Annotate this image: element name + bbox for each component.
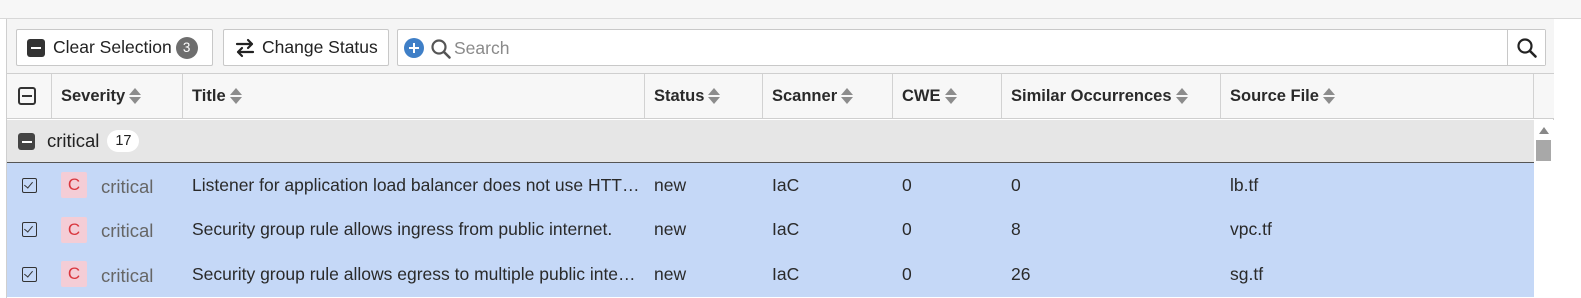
- sort-icon: [1175, 87, 1188, 105]
- clear-selection-label: Clear Selection: [53, 37, 172, 57]
- scanner-cell: IaC: [772, 174, 800, 195]
- sort-icon: [229, 87, 242, 105]
- similar-occurrences-cell: 0: [1011, 174, 1021, 195]
- minus-checkbox-icon: [18, 87, 36, 105]
- similar-occurrences-cell: 8: [1011, 219, 1021, 240]
- scanner-cell: IaC: [772, 219, 800, 240]
- severity-text: critical: [101, 264, 154, 286]
- table-row[interactable]: C critical Security group rule allows in…: [7, 207, 1534, 253]
- search-button[interactable]: [1507, 30, 1545, 65]
- swap-arrows-icon: [235, 38, 255, 57]
- column-header-similar-occurrences[interactable]: Similar Occurrences: [1002, 74, 1221, 118]
- plus-circle-icon[interactable]: [404, 38, 424, 58]
- search-icon: [1516, 37, 1537, 58]
- column-header-scanner[interactable]: Scanner: [763, 74, 893, 118]
- toolbar: Clear Selection 3 Change Status: [7, 19, 1554, 74]
- checked-checkbox-icon: [22, 222, 37, 238]
- column-header-title[interactable]: Title: [183, 74, 645, 118]
- checked-checkbox-icon: [22, 266, 37, 282]
- sort-icon: [841, 87, 854, 105]
- scroll-up-icon[interactable]: [1539, 127, 1549, 134]
- finding-title: Security group rule allows ingress from …: [192, 219, 613, 240]
- group-label: critical: [47, 130, 100, 151]
- selected-count-badge: 3: [175, 36, 198, 59]
- severity-cell: C critical: [52, 252, 183, 297]
- scanner-cell: IaC: [772, 263, 800, 284]
- group-count-badge: 17: [107, 130, 140, 152]
- title-cell[interactable]: Security group rule allows egress to mul…: [183, 252, 645, 297]
- table-row[interactable]: C critical Security group rule allows eg…: [7, 252, 1534, 297]
- search-input[interactable]: [454, 35, 1484, 61]
- title-cell[interactable]: Listener for application load balancer d…: [183, 163, 645, 208]
- column-header-severity[interactable]: Severity: [52, 74, 183, 118]
- severity-badge: C: [61, 261, 87, 288]
- severity-cell: C critical: [52, 208, 183, 253]
- title-cell[interactable]: Security group rule allows ingress from …: [183, 208, 645, 253]
- finding-title: Listener for application load balancer d…: [192, 174, 640, 195]
- change-status-button[interactable]: Change Status: [223, 29, 389, 66]
- table-header: Severity Title Status Scanner CWE Simila…: [7, 74, 1534, 119]
- sort-icon: [129, 87, 142, 105]
- status-cell: new: [654, 219, 687, 240]
- column-header-label: Source File: [1230, 86, 1319, 105]
- row-checkbox[interactable]: [7, 252, 52, 297]
- minus-square-icon: [27, 38, 45, 57]
- source-file-cell: lb.tf: [1230, 174, 1259, 195]
- search-icon: [431, 39, 451, 59]
- row-checkbox[interactable]: [7, 208, 52, 253]
- row-checkbox[interactable]: [7, 163, 52, 208]
- column-header-label: Severity: [61, 86, 126, 105]
- cwe-cell: 0: [902, 263, 912, 284]
- column-header-label: Title: [192, 86, 226, 105]
- findings-panel: Clear Selection 3 Change Status Search S…: [6, 19, 1554, 298]
- scrollbar-thumb[interactable]: [1536, 140, 1551, 161]
- column-header-status[interactable]: Status: [645, 74, 763, 118]
- severity-text: critical: [101, 220, 154, 242]
- cwe-cell: 0: [902, 174, 912, 195]
- sort-icon: [708, 87, 721, 105]
- column-header-cwe[interactable]: CWE: [893, 74, 1002, 118]
- search-box: [397, 29, 1546, 66]
- change-status-label: Change Status: [262, 37, 378, 57]
- status-cell: new: [654, 263, 687, 284]
- severity-text: critical: [101, 175, 154, 197]
- cwe-cell: 0: [902, 219, 912, 240]
- table-row[interactable]: C critical Listener for application load…: [7, 163, 1534, 208]
- top-band: [0, 0, 1581, 19]
- status-cell: new: [654, 174, 687, 195]
- severity-badge: C: [61, 172, 87, 199]
- severity-cell: C critical: [52, 163, 183, 208]
- checked-checkbox-icon: [22, 177, 37, 193]
- header-scroll-gutter: [1534, 74, 1554, 119]
- column-header-source-file[interactable]: Source File: [1221, 74, 1534, 118]
- group-row-critical[interactable]: critical 17: [7, 120, 1534, 163]
- source-file-cell: sg.tf: [1230, 263, 1264, 284]
- column-header-label: Scanner: [772, 86, 838, 105]
- vertical-scrollbar[interactable]: [1534, 120, 1554, 298]
- select-all-checkbox[interactable]: [7, 74, 52, 118]
- source-file-cell: vpc.tf: [1230, 219, 1272, 240]
- column-header-label: Similar Occurrences: [1011, 86, 1172, 105]
- collapse-group-icon[interactable]: [18, 132, 35, 150]
- similar-occurrences-cell: 26: [1011, 263, 1031, 284]
- column-header-label: Status: [654, 86, 705, 105]
- sort-icon: [1322, 87, 1335, 105]
- column-header-label: CWE: [902, 86, 941, 105]
- finding-title: Security group rule allows egress to mul…: [192, 263, 640, 284]
- severity-badge: C: [61, 216, 87, 243]
- sort-icon: [944, 87, 957, 105]
- clear-selection-button[interactable]: Clear Selection 3: [16, 29, 213, 66]
